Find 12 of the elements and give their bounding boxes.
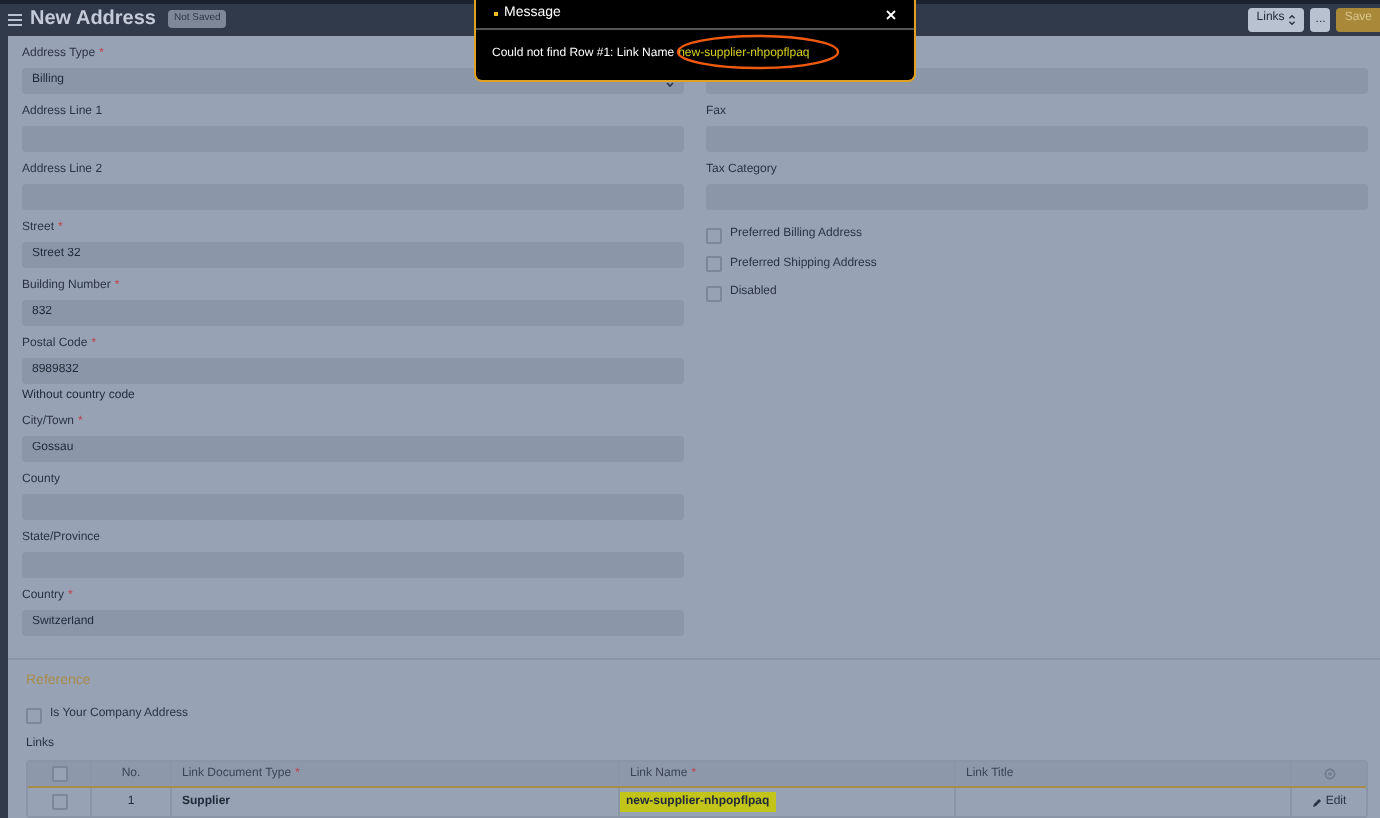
select-all-checkbox[interactable] (51, 766, 67, 782)
pencil-icon (1311, 797, 1322, 807)
checkbox[interactable] (706, 256, 722, 273)
checkbox[interactable] (26, 707, 42, 723)
checkbox[interactable] (706, 285, 722, 302)
checkbox[interactable] (706, 227, 722, 244)
close-icon[interactable] (886, 9, 896, 19)
up-down-icon (1288, 13, 1297, 26)
menu-icon[interactable] (8, 13, 22, 26)
row-checkbox[interactable] (51, 794, 67, 810)
page-title: New Address (30, 6, 156, 35)
settings-icon[interactable] (1323, 768, 1335, 780)
